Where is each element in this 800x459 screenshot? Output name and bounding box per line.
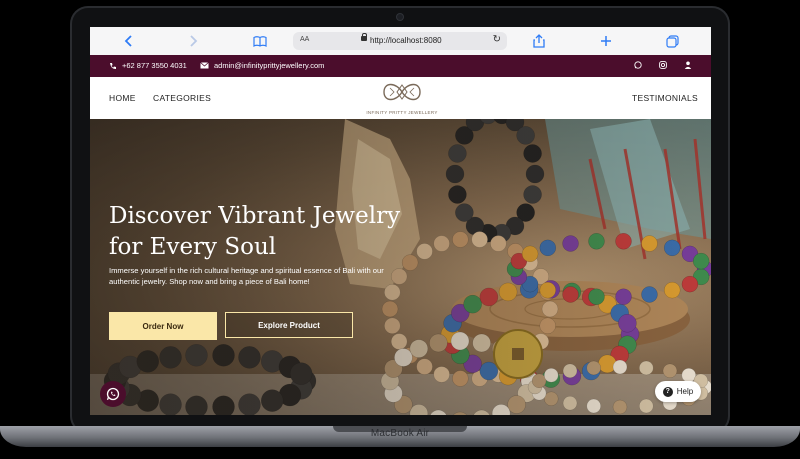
contact-bar: +62 877 3550 4031 admin@infinityprittyje…	[90, 55, 711, 77]
nav-categories[interactable]: CATEGORIES	[153, 93, 211, 103]
back-icon[interactable]	[120, 33, 136, 49]
phone-number: +62 877 3550 4031	[122, 61, 187, 70]
help-button[interactable]: ? Help	[655, 381, 701, 402]
hero-title-line-2: for Every Soul	[109, 234, 277, 260]
logo-text: INFINITY PRITTY JEWELLERY	[366, 110, 438, 115]
email-address: admin@infinityprittyjewellery.com	[214, 61, 325, 70]
instagram-icon[interactable]	[659, 61, 667, 71]
url-text: http://localhost:8080	[370, 36, 442, 45]
help-label: Help	[676, 387, 694, 396]
webcam	[397, 14, 403, 20]
nav-home[interactable]: HOME	[109, 93, 136, 103]
whatsapp-icon	[106, 387, 120, 401]
hero-title-line-1: Discover Vibrant Jewelry	[109, 203, 401, 229]
address-bar[interactable]: AA http://localhost:8080 ↻	[293, 32, 507, 50]
bookmarks-icon[interactable]	[252, 33, 268, 49]
share-icon[interactable]	[531, 33, 547, 49]
question-icon: ?	[662, 386, 673, 397]
email-contact[interactable]: admin@infinityprittyjewellery.com	[200, 61, 324, 70]
phone-contact[interactable]: +62 877 3550 4031	[109, 61, 187, 70]
infinity-logo-mark	[383, 83, 421, 101]
hero-description: Immerse yourself in the rich cultural he…	[109, 266, 384, 286]
device-label: MacBook Air	[370, 428, 430, 439]
browser-toolbar: AA http://localhost:8080 ↻	[90, 27, 711, 56]
lock-icon	[361, 33, 367, 41]
main-navigation: HOME CATEGORIES INFINITY PRITTY JEWELLER…	[90, 77, 711, 119]
screen: AA http://localhost:8080 ↻ +62 877 3550 …	[90, 27, 711, 415]
mail-icon	[200, 62, 209, 69]
new-tab-icon[interactable]	[598, 33, 614, 49]
nav-testimonials[interactable]: TESTIMONIALS	[632, 93, 698, 103]
whatsapp-chat-button[interactable]	[100, 381, 126, 407]
explore-product-button[interactable]: Explore Product	[225, 312, 353, 338]
whatsapp-social-icon[interactable]	[634, 61, 642, 71]
reload-icon[interactable]: ↻	[493, 34, 501, 45]
hero-title: Discover Vibrant Jewelry for Every Soul	[109, 201, 429, 263]
brand-logo[interactable]: INFINITY PRITTY JEWELLERY	[362, 80, 442, 118]
phone-icon	[110, 62, 116, 69]
user-account-icon[interactable]	[684, 61, 692, 71]
hero-section: Discover Vibrant Jewelry for Every Soul …	[90, 119, 711, 415]
text-size-button[interactable]: AA	[300, 36, 309, 43]
tabs-overview-icon[interactable]	[664, 33, 680, 49]
forward-icon[interactable]	[185, 33, 201, 49]
order-now-button[interactable]: Order Now	[109, 312, 217, 340]
